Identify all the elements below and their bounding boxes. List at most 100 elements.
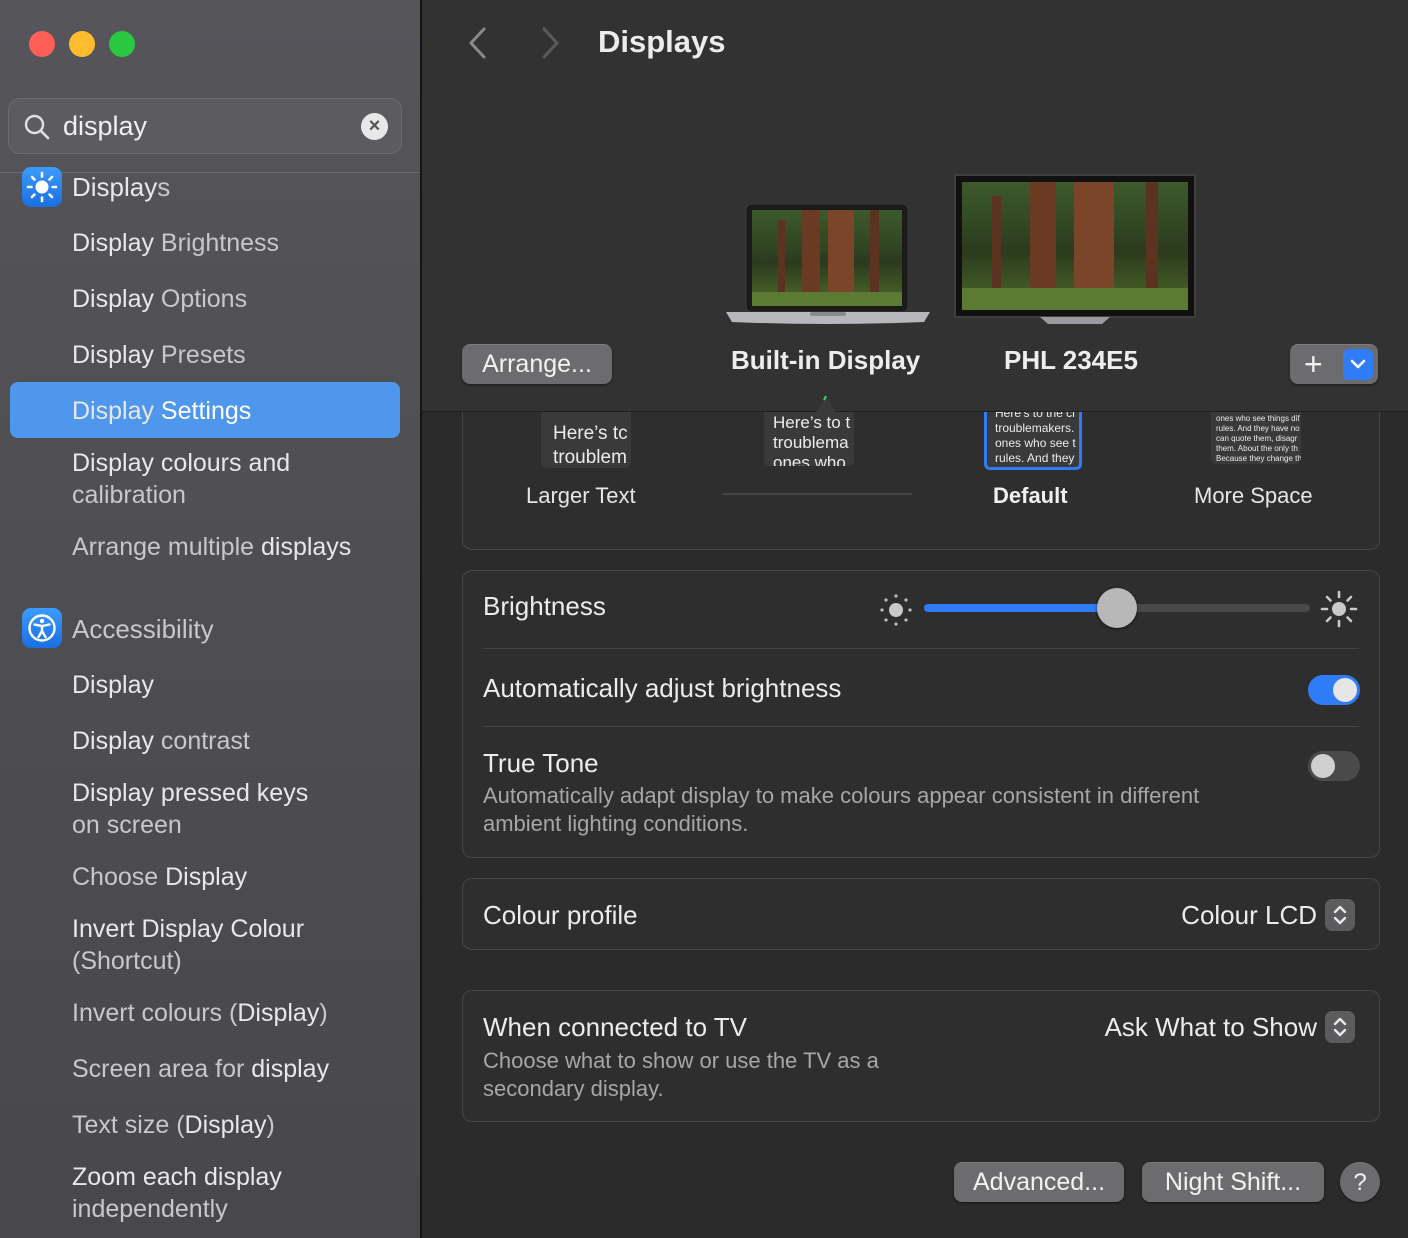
preview-text: can quote them, disagr xyxy=(1216,434,1298,443)
tv-panel: When connected to TV Ask What to Show Ch… xyxy=(462,990,1380,1122)
sidebar-item-accessibility[interactable]: Accessibility xyxy=(72,613,214,645)
brightness-high-icon xyxy=(1320,590,1358,628)
accessibility-icon xyxy=(22,608,62,648)
tv-popup[interactable] xyxy=(1325,1011,1355,1043)
preview-text: Here’s to t xyxy=(773,413,851,432)
tv-label: When connected to TV xyxy=(483,1012,748,1042)
brightness-slider[interactable] xyxy=(924,588,1310,628)
sidebar-item-line: on screen xyxy=(72,811,182,839)
sidebar-item-choose-display[interactable]: Choose Display xyxy=(72,861,247,893)
main-content: Here’s tc troublem Larger Text Here’s to… xyxy=(422,0,1408,1238)
clear-search-icon[interactable]: × xyxy=(361,113,388,140)
preview-text: ones who see things dif xyxy=(1216,414,1300,423)
tv-description: Choose what to show or use the TV as a s… xyxy=(483,1047,879,1103)
sidebar-item-line: calibration xyxy=(72,481,186,509)
sidebar-item-display-options[interactable]: Display Options xyxy=(72,283,247,315)
chevron-down-icon xyxy=(1350,359,1366,369)
brightness-slider-fill xyxy=(924,604,1117,612)
preview-text: Here’s tc xyxy=(553,423,628,444)
preview-text: ones who xyxy=(773,453,846,466)
true-tone-description: Automatically adapt display to make colo… xyxy=(483,782,1199,838)
preview-text: rules. And they have no xyxy=(1216,424,1300,433)
sidebar-item-line: (Shortcut) xyxy=(72,947,182,975)
close-window-button[interactable] xyxy=(29,31,55,57)
arrange-button[interactable]: Arrange... xyxy=(462,344,612,384)
true-tone-toggle[interactable] xyxy=(1308,751,1360,781)
sidebar-item-line: independently xyxy=(72,1195,228,1223)
sidebar-item-display-presets[interactable]: Display Presets xyxy=(72,339,246,371)
resolution-option-more-space[interactable]: ones who see things dif rules. And they … xyxy=(1211,412,1301,464)
minimize-window-button[interactable] xyxy=(69,31,95,57)
add-display-menu-button[interactable] xyxy=(1343,349,1373,380)
colour-profile-popup[interactable] xyxy=(1325,899,1355,931)
external-display-label[interactable]: PHL 234E5 xyxy=(1004,345,1138,376)
search-input[interactable]: display xyxy=(63,111,147,142)
sidebar-item-line: Invert Display Colour xyxy=(72,915,305,943)
sidebar-item-invert-display-colour[interactable]: Invert Display Colour (Shortcut) xyxy=(72,913,304,977)
back-arrow-icon[interactable] xyxy=(464,26,494,60)
colour-profile-panel: Colour profile Colour LCD xyxy=(462,878,1380,950)
add-display-control[interactable]: + xyxy=(1290,344,1378,384)
brightness-slider-knob[interactable] xyxy=(1097,588,1137,628)
display-arrangement-area: Displays Arrange... Built-in Display PHL… xyxy=(422,0,1408,412)
sidebar-item-invert-colours-display[interactable]: Invert colours (Display) xyxy=(72,997,328,1029)
sidebar-item-display-brightness[interactable]: Display Brightness xyxy=(72,227,279,259)
true-tone-label: True Tone xyxy=(483,748,599,778)
resolution-label-larger-text: Larger Text xyxy=(526,483,636,508)
row-separator xyxy=(483,726,1359,727)
toggle-knob xyxy=(1333,678,1357,702)
forward-arrow-icon[interactable] xyxy=(534,26,564,60)
colour-profile-label: Colour profile xyxy=(483,900,638,930)
zoom-window-button[interactable] xyxy=(109,31,135,57)
displays-icon xyxy=(22,167,62,207)
sidebar-item-display-settings[interactable]: Display Settings xyxy=(72,395,251,427)
sidebar-item-text-size-display[interactable]: Text size (Display) xyxy=(72,1109,275,1141)
sidebar-item-screen-area-for-display[interactable]: Screen area for display xyxy=(72,1053,329,1085)
brightness-low-icon xyxy=(880,594,912,626)
resolution-option-underline xyxy=(722,493,912,495)
sidebar-item-display-colours-calibration[interactable]: Display colours and calibration xyxy=(72,447,290,511)
help-button[interactable]: ? xyxy=(1340,1162,1380,1202)
advanced-button[interactable]: Advanced... xyxy=(954,1162,1124,1202)
resolution-option-default[interactable]: Here’s to the cr troublemakers. ones who… xyxy=(984,412,1082,470)
description-line: Automatically adapt display to make colo… xyxy=(483,783,1200,808)
search-field[interactable]: display × xyxy=(8,98,402,154)
sidebar-item-arrange-multiple-displays[interactable]: Arrange multiple displays xyxy=(72,531,351,563)
auto-brightness-toggle[interactable] xyxy=(1308,675,1360,705)
sidebar-item-line: Zoom each display xyxy=(72,1163,282,1191)
preview-text: troublemakers. xyxy=(995,421,1075,435)
brightness-panel: Brightness Automatically adjust brightne… xyxy=(462,570,1380,858)
toggle-knob xyxy=(1311,754,1335,778)
external-display-image[interactable] xyxy=(956,176,1194,326)
resolution-label-default: Default xyxy=(993,483,1068,508)
preview-text: them. About the only th xyxy=(1216,444,1298,453)
builtin-display-label[interactable]: Built-in Display xyxy=(731,345,920,376)
sidebar-item-line: Display pressed keys xyxy=(72,779,309,807)
sidebar-item-display[interactable]: Display xyxy=(72,669,154,701)
up-down-chevron-icon xyxy=(1333,1017,1347,1037)
builtin-display-image[interactable] xyxy=(724,200,932,330)
brightness-label: Brightness xyxy=(483,591,606,621)
night-shift-button[interactable]: Night Shift... xyxy=(1142,1162,1324,1202)
description-line: Choose what to show or use the TV as a xyxy=(483,1048,879,1073)
sidebar-item-line: Display colours and xyxy=(72,449,291,477)
page-title: Displays xyxy=(598,24,726,59)
sidebar-item-display-contrast[interactable]: Display contrast xyxy=(72,725,250,757)
sidebar-item-zoom-each-display[interactable]: Zoom each display independently xyxy=(72,1161,282,1225)
search-icon xyxy=(24,114,50,140)
sidebar: display × Displays Display Brightness Di… xyxy=(0,0,420,1238)
preview-text: rules. And they xyxy=(995,451,1075,465)
tv-value[interactable]: Ask What to Show xyxy=(1105,1012,1317,1043)
add-display-button[interactable]: + xyxy=(1304,347,1323,381)
preview-text: Because they change th xyxy=(1216,454,1301,463)
colour-profile-value[interactable]: Colour LCD xyxy=(1181,900,1317,931)
preview-text: troublema xyxy=(773,433,849,452)
sidebar-item-display-pressed-keys[interactable]: Display pressed keys on screen xyxy=(72,777,308,841)
resolution-label-more-space: More Space xyxy=(1194,483,1313,508)
auto-brightness-label: Automatically adjust brightness xyxy=(483,673,842,703)
row-separator xyxy=(483,648,1359,649)
sidebar-item-displays[interactable]: Displays xyxy=(72,171,170,203)
preview-text: troublem xyxy=(553,447,627,468)
resolution-option-medium-large[interactable]: Here’s to t troublema ones who xyxy=(764,412,854,466)
resolution-option-larger-text[interactable]: Here’s tc troublem xyxy=(541,412,631,468)
